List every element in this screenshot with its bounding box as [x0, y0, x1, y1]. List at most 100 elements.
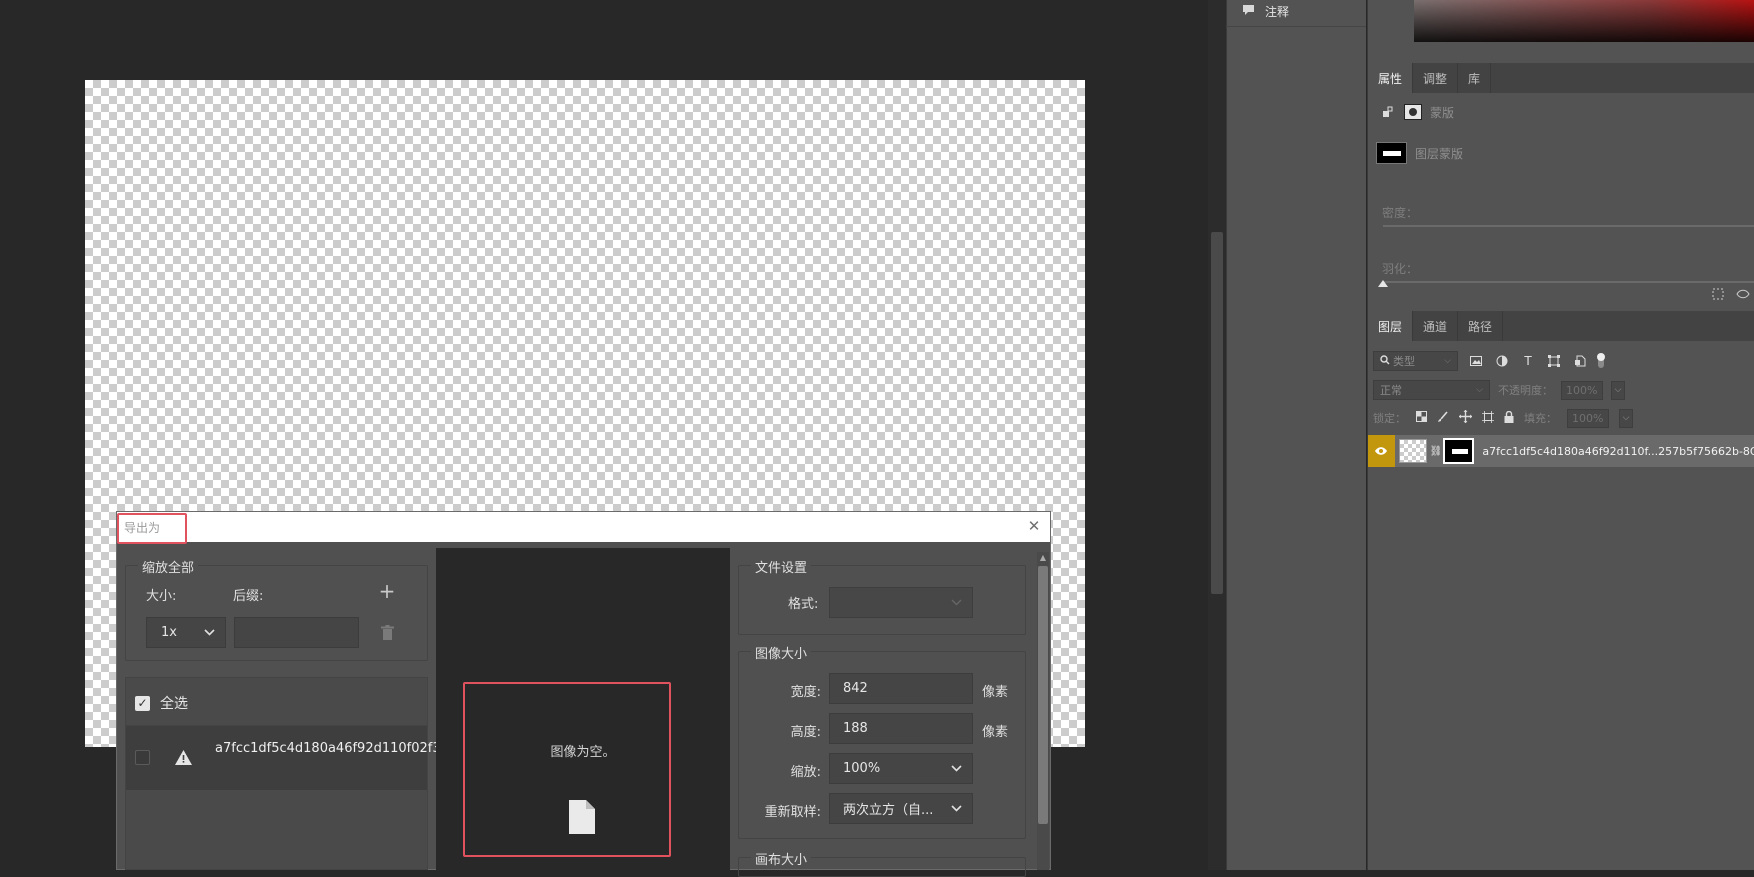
size-select[interactable]: 1x [146, 617, 226, 648]
empty-image-message: 图像为空。 [550, 745, 616, 760]
select-all-checkbox[interactable]: ✓ [135, 695, 150, 711]
scale-select[interactable]: 100% [829, 753, 973, 784]
warning-icon [173, 747, 193, 767]
scale-select-value: 100% [843, 761, 881, 776]
smart-object-filter-icon[interactable] [1572, 353, 1588, 369]
type-layer-filter-icon[interactable]: T [1520, 353, 1536, 369]
lock-artboard-icon[interactable] [1482, 410, 1494, 426]
chevron-down-icon [951, 596, 962, 609]
pixel-mask-icon[interactable] [1380, 104, 1396, 120]
preview-highlight-box [463, 682, 671, 857]
density-label: 密度： [1382, 206, 1419, 220]
list-item[interactable] [126, 726, 427, 790]
title-highlight-box [117, 513, 187, 544]
layer-filter-select[interactable]: 类型 ⌵ [1373, 351, 1458, 371]
width-unit: 像素 [982, 685, 1009, 700]
format-select[interactable] [829, 587, 973, 618]
adjustment-layer-filter-icon[interactable] [1494, 353, 1510, 369]
feather-slider-handle[interactable] [1378, 280, 1388, 287]
fill-input[interactable]: 100% [1567, 408, 1609, 428]
blend-mode-select[interactable]: 正常 ⌵ [1373, 380, 1490, 400]
chevron-down-icon [951, 762, 962, 775]
format-label: 格式: [788, 597, 819, 612]
opacity-dropdown-button[interactable]: ⌵ [1611, 380, 1625, 400]
tab-paths[interactable]: 路径 [1458, 311, 1504, 341]
asset-checkbox[interactable] [135, 750, 150, 765]
layer-thumbnail [1398, 439, 1427, 463]
tab-adjustments[interactable]: 调整 [1413, 63, 1459, 93]
chevron-down-icon [204, 626, 215, 639]
properties-tabbar: 属性 调整 库 [1368, 63, 1754, 93]
layers-tabbar: 图层 通道 路径 [1368, 311, 1754, 341]
dialog-titlebar[interactable] [117, 512, 1050, 542]
pixel-layer-filter-icon[interactable] [1468, 353, 1484, 369]
layer-filter-value: 类型 [1393, 355, 1415, 368]
shape-layer-filter-icon[interactable] [1546, 353, 1562, 369]
document-scrollbar-thumb[interactable] [1211, 232, 1223, 594]
divider [1226, 26, 1366, 27]
lock-transparent-pixels-icon[interactable] [1416, 411, 1427, 425]
height-label: 高度: [790, 725, 821, 740]
size-select-value: 1x [161, 625, 177, 640]
chevron-down-icon: ⌵ [1444, 356, 1451, 366]
filter-toggle-switch[interactable] [1597, 353, 1605, 368]
blend-mode-value: 正常 [1380, 384, 1402, 397]
vector-mask-icon[interactable] [1404, 104, 1422, 120]
mask-label: 蒙版 [1430, 105, 1455, 120]
collapsed-panel-dock [1226, 0, 1366, 870]
asset-name: a7fcc1df5c4d180a46f92d110f02f3d [215, 741, 449, 756]
speech-bubble-icon [1242, 4, 1255, 19]
size-label: 大小: [146, 589, 177, 604]
notes-panel-button[interactable]: 注释 [1230, 0, 1362, 22]
opacity-input[interactable]: 100% [1561, 380, 1603, 400]
layer-mask-thumbnail-selected[interactable] [1442, 438, 1475, 464]
density-slider[interactable] [1383, 225, 1754, 227]
feather-slider[interactable] [1383, 281, 1754, 283]
suffix-label: 后缀: [233, 589, 264, 604]
feather-label: 羽化： [1382, 262, 1419, 276]
search-icon [1380, 354, 1390, 368]
lock-position-icon[interactable] [1459, 410, 1472, 426]
layer-name[interactable]: a7fcc1df5c4d180a46f92d110f...257b5f75662… [1482, 445, 1754, 458]
lock-image-pixels-icon[interactable] [1437, 410, 1449, 426]
resample-select-value: 两次立方（自... [843, 803, 934, 818]
notes-label: 注释 [1265, 4, 1290, 19]
color-picker-shade [1414, 0, 1754, 42]
scroll-up-icon[interactable]: ▲ [1037, 551, 1049, 563]
mask-properties-header: 蒙版 [1380, 100, 1454, 124]
width-label: 宽度: [790, 685, 821, 700]
load-selection-icon[interactable] [1712, 288, 1724, 308]
close-icon[interactable]: ✕ [1024, 515, 1044, 537]
width-input[interactable]: 842 [829, 673, 973, 704]
trash-icon[interactable] [377, 621, 397, 643]
blend-opacity-row: 正常 ⌵ 不透明度： 100% ⌵ [1373, 379, 1625, 401]
scale-all-title: 缩放全部 [138, 557, 199, 576]
tab-layers[interactable]: 图层 [1368, 311, 1414, 341]
tab-channels[interactable]: 通道 [1413, 311, 1459, 341]
tab-libraries[interactable]: 库 [1458, 63, 1492, 93]
height-unit: 像素 [982, 725, 1009, 740]
layer-mask-row: 图层蒙版 [1376, 140, 1463, 166]
eye-icon[interactable] [1368, 435, 1395, 467]
suffix-input[interactable] [234, 617, 359, 648]
fill-label: 填充： [1524, 412, 1557, 425]
tab-properties[interactable]: 属性 [1368, 63, 1414, 93]
lock-fill-row: 锁定： 填充： 100% ⌵ [1373, 408, 1633, 428]
add-scale-button[interactable]: + [377, 579, 397, 603]
document-icon [569, 800, 595, 834]
chain-link-icon[interactable]: ⛓ [1430, 446, 1443, 457]
chevron-down-icon: ⌵ [1476, 385, 1483, 395]
canvas-size-title: 画布大小 [751, 849, 812, 868]
resample-select[interactable]: 两次立方（自... [829, 793, 973, 824]
apply-mask-icon[interactable] [1736, 288, 1750, 308]
height-input[interactable]: 188 [829, 713, 973, 744]
settings-scrollbar-thumb[interactable] [1038, 566, 1048, 824]
lock-all-icon[interactable] [1504, 410, 1514, 426]
properties-footer [1368, 288, 1754, 308]
lock-label: 锁定： [1373, 412, 1406, 425]
opacity-label: 不透明度： [1498, 384, 1553, 397]
fill-dropdown-button[interactable]: ⌵ [1619, 408, 1633, 428]
select-all-row[interactable]: ✓ 全选 [126, 688, 427, 718]
layer-mask-thumbnail [1376, 142, 1407, 164]
layer-row[interactable]: ⛓ a7fcc1df5c4d180a46f92d110f...257b5f756… [1368, 435, 1754, 467]
